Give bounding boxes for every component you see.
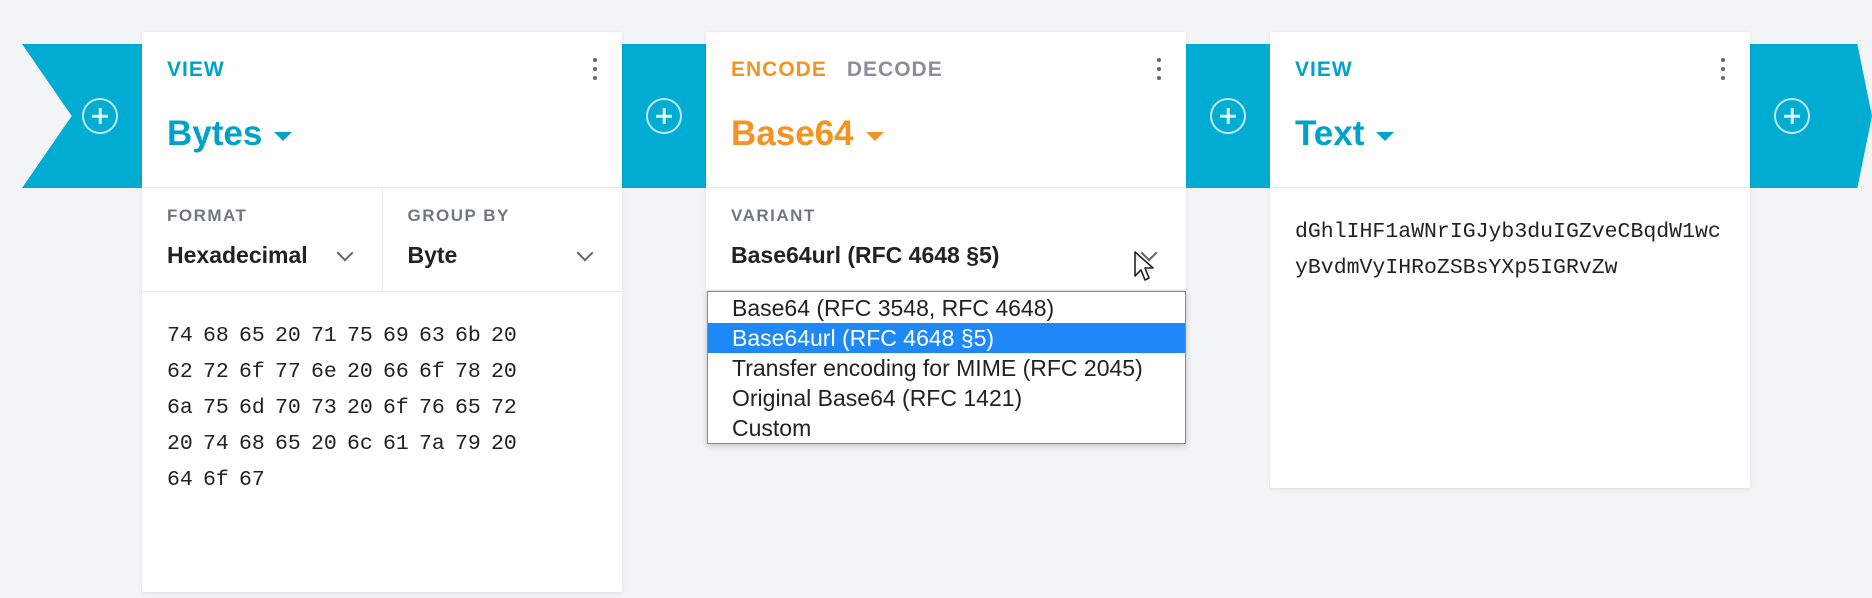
byte-value: 75 [203, 396, 229, 420]
byte-value: 7a [419, 432, 445, 456]
operation-title: Base64 [731, 114, 854, 153]
chevron-down-icon [576, 244, 594, 261]
variant-setting: VARIANT Base64url (RFC 4648 §5) [706, 188, 1186, 292]
group-by-setting: GROUP BY Byte [381, 188, 623, 291]
byte-value: 20 [491, 432, 517, 456]
byte-value: 69 [383, 324, 409, 348]
tab-encode[interactable]: ENCODE [731, 58, 827, 82]
mouse-cursor-icon [1134, 251, 1154, 281]
byte-value: 20 [491, 324, 517, 348]
byte-value: 20 [167, 432, 193, 456]
byte-value: 72 [491, 396, 517, 420]
byte-value: 61 [383, 432, 409, 456]
byte-value: 6f [383, 396, 409, 420]
add-operation-icon[interactable] [1774, 98, 1810, 134]
caret-down-icon [274, 131, 293, 141]
byte-value: 72 [203, 360, 229, 384]
more-options-icon[interactable] [1718, 56, 1728, 82]
card-tabs: VIEW [167, 58, 225, 82]
operation-title: Text [1295, 114, 1365, 153]
tab-view[interactable]: VIEW [1295, 58, 1353, 82]
byte-value: 62 [167, 360, 193, 384]
settings-row: VARIANT Base64url (RFC 4648 §5) [706, 188, 1186, 292]
byte-value: 71 [311, 324, 337, 348]
card-tabs: ENCODE DECODE [731, 58, 943, 82]
tab-view[interactable]: VIEW [167, 58, 225, 82]
card-header: VIEW Text [1270, 32, 1750, 188]
byte-value: 6b [455, 324, 481, 348]
byte-value: 76 [419, 396, 445, 420]
byte-value: 20 [347, 396, 373, 420]
byte-value: 65 [455, 396, 481, 420]
byte-value: 20 [491, 360, 517, 384]
byte-value: 6d [239, 396, 265, 420]
base64-encode-card: ENCODE DECODE Base64 VARIANT Base64url (… [706, 32, 1186, 290]
caret-down-icon [865, 131, 884, 141]
more-options-icon[interactable] [1154, 56, 1164, 82]
chevron-down-icon [336, 244, 353, 261]
settings-row: FORMAT Hexadecimal GROUP BY Byte [142, 188, 622, 292]
byte-value: 66 [383, 360, 409, 384]
byte-value: 74 [167, 324, 193, 348]
byte-value: 68 [239, 432, 265, 456]
bytes-content[interactable]: 74 68 65 20 71 75 69 63 6b 20 62 72 6f 77 6e 20 66 6f 78 20… [142, 292, 622, 498]
add-operation-icon[interactable] [82, 98, 118, 134]
setting-label: FORMAT [167, 206, 248, 225]
byte-value: 74 [203, 432, 229, 456]
dropdown-option[interactable]: Custom [708, 413, 1185, 443]
dropdown-option[interactable]: Base64url (RFC 4648 §5) [708, 323, 1185, 353]
operation-selector[interactable]: Text [1295, 114, 1395, 154]
byte-value: 20 [275, 324, 301, 348]
card-header: ENCODE DECODE Base64 [706, 32, 1186, 188]
setting-label: GROUP BY [407, 206, 510, 225]
pipeline-end-arrow [1750, 44, 1872, 188]
byte-value: 70 [275, 396, 301, 420]
card-tabs: VIEW [1295, 58, 1353, 82]
byte-value: 64 [167, 468, 193, 492]
add-operation-icon[interactable] [1210, 98, 1246, 134]
operation-selector[interactable]: Bytes [167, 114, 293, 154]
byte-value: 6e [311, 360, 337, 384]
variant-dropdown-list[interactable]: Base64 (RFC 3548, RFC 4648) Base64url (RF… [707, 291, 1186, 444]
operation-title: Bytes [167, 114, 263, 153]
byte-value: 6f [203, 468, 229, 492]
group-by-select[interactable]: Byte [408, 242, 598, 269]
byte-value: 67 [239, 468, 265, 492]
add-operation-icon[interactable] [646, 98, 682, 134]
byte-value: 75 [347, 324, 373, 348]
byte-value: 65 [239, 324, 265, 348]
byte-value: 73 [311, 396, 337, 420]
dropdown-option[interactable]: Base64 (RFC 3548, RFC 4648) [708, 293, 1185, 323]
text-view-card: VIEW Text dGhlIHF1aWNrIGJyb3duIGZveCBqdW… [1270, 32, 1750, 488]
byte-value: 20 [347, 360, 373, 384]
format-setting: FORMAT Hexadecimal [142, 188, 382, 291]
variant-value: Base64url (RFC 4648 §5) [731, 242, 1000, 268]
tab-decode[interactable]: DECODE [847, 58, 943, 82]
byte-value: 77 [275, 360, 301, 384]
dropdown-option[interactable]: Transfer encoding for MIME (RFC 2045) [708, 353, 1185, 383]
variant-select[interactable]: Base64url (RFC 4648 §5) [731, 242, 1161, 269]
byte-value: 6c [347, 432, 373, 456]
format-select[interactable]: Hexadecimal [167, 242, 357, 269]
more-options-icon[interactable] [590, 56, 600, 82]
text-content[interactable]: dGhlIHF1aWNrIGJyb3duIGZveCBqdW1wcyBvdmVy… [1270, 188, 1750, 286]
byte-value: 65 [275, 432, 301, 456]
dropdown-option[interactable]: Original Base64 (RFC 1421) [708, 383, 1185, 413]
byte-value: 63 [419, 324, 445, 348]
byte-value: 6f [419, 360, 445, 384]
caret-down-icon [1376, 131, 1395, 141]
operation-selector[interactable]: Base64 [731, 114, 884, 154]
group-by-value: Byte [407, 242, 458, 268]
byte-value: 6f [239, 360, 265, 384]
byte-value: 79 [455, 432, 481, 456]
format-value: Hexadecimal [167, 242, 308, 268]
byte-value: 68 [203, 324, 229, 348]
byte-value: 6a [167, 396, 193, 420]
setting-label: VARIANT [731, 206, 816, 225]
card-header: VIEW Bytes [142, 32, 622, 188]
byte-value: 20 [311, 432, 337, 456]
byte-value: 78 [455, 360, 481, 384]
bytes-view-card: VIEW Bytes FORMAT Hexadecimal GROUP BY B… [142, 32, 622, 592]
